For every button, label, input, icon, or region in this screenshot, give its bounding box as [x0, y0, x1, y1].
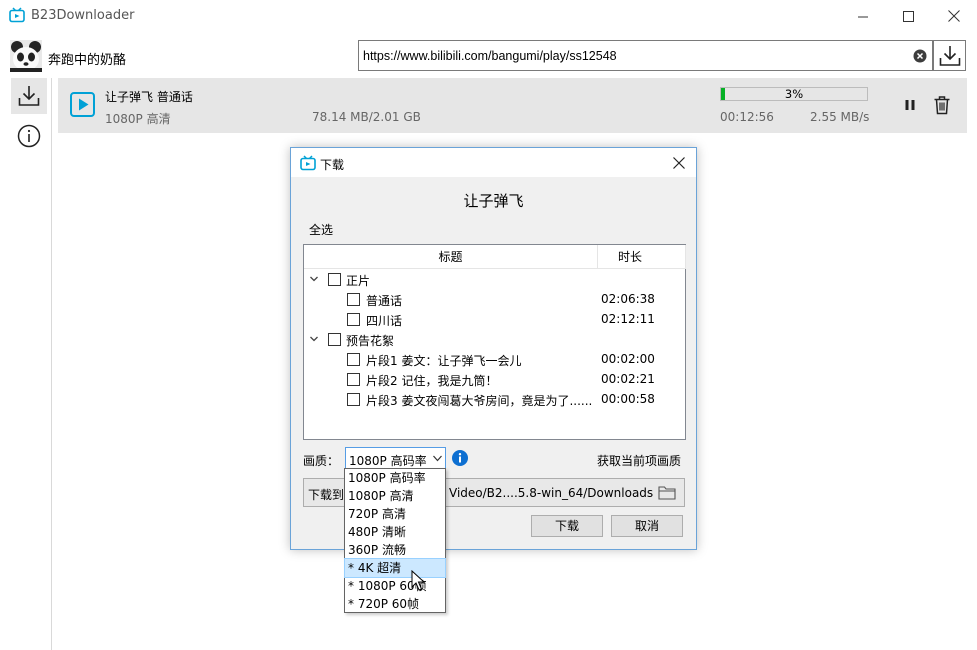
- download-task-row[interactable]: 让子弹飞 普通话 1080P 高清 78.14 MB/2.01 GB 3% 00…: [58, 78, 967, 133]
- item-checkbox[interactable]: [347, 393, 360, 406]
- group-label: 预告花絮: [346, 334, 395, 348]
- column-header-title[interactable]: 标题: [304, 245, 598, 269]
- chevron-down-icon[interactable]: [309, 274, 319, 284]
- url-text: https://www.bilibili.com/bangumi/play/ss…: [363, 49, 617, 63]
- maximize-button[interactable]: [885, 0, 931, 32]
- tree-header: 标题 时长: [304, 245, 686, 269]
- bilibili-tv-icon: [9, 7, 25, 23]
- minimize-icon: [857, 16, 868, 17]
- item-checkbox[interactable]: [347, 373, 360, 386]
- download-path-text: Video/B2....5.8-win_64/Downloads: [449, 486, 654, 500]
- item-duration: 02:06:38: [601, 292, 655, 306]
- quality-option[interactable]: * 720P 60帧: [345, 595, 445, 613]
- task-quality: 1080P 高清: [105, 112, 171, 126]
- dialog-close-button[interactable]: [667, 151, 691, 175]
- tree-group-row[interactable]: 正片: [304, 269, 685, 289]
- cancel-button[interactable]: 取消: [611, 515, 683, 537]
- tree-item-row[interactable]: 片段3 姜文夜闯葛大爷房间，竟是为了...... 00:00:58: [304, 389, 685, 409]
- title-bar: B23Downloader: [0, 0, 977, 32]
- tree-item-row[interactable]: 四川话 02:12:11: [304, 309, 685, 329]
- minimize-button[interactable]: [840, 0, 886, 32]
- task-speed: 2.55 MB/s: [810, 110, 870, 124]
- item-duration: 00:02:21: [601, 372, 655, 386]
- download-icon: [939, 45, 960, 66]
- group-label: 正片: [346, 274, 371, 288]
- item-label: 四川话: [366, 314, 403, 328]
- quality-option[interactable]: * 1080P 60帧: [345, 577, 445, 595]
- item-duration: 00:00:58: [601, 392, 655, 406]
- url-input[interactable]: https://www.bilibili.com/bangumi/play/ss…: [358, 40, 933, 71]
- trash-icon[interactable]: [933, 95, 951, 115]
- bilibili-tv-icon: [300, 155, 316, 171]
- dialog-title-bar: 下载: [291, 148, 696, 177]
- sidebar: [0, 78, 52, 650]
- item-checkbox[interactable]: [347, 293, 360, 306]
- quality-option[interactable]: 1080P 高清: [345, 487, 445, 505]
- item-duration: 02:12:11: [601, 312, 655, 326]
- download-icon: [18, 86, 40, 106]
- task-title: 让子弹飞 普通话: [105, 90, 193, 104]
- close-button[interactable]: [931, 0, 977, 32]
- avatar[interactable]: [10, 40, 42, 72]
- group-checkbox[interactable]: [328, 273, 341, 286]
- episode-tree: 标题 时长 正片 普通话 02:06:38 四川话 02:12:11 预告花絮 …: [303, 244, 686, 440]
- sidebar-item-about[interactable]: [11, 118, 47, 154]
- video-play-icon: [70, 92, 95, 117]
- sidebar-item-downloads[interactable]: [11, 78, 47, 114]
- tree-group-row[interactable]: 预告花絮: [304, 329, 685, 349]
- quality-option-hovered[interactable]: * 4K 超清: [344, 558, 446, 578]
- quality-label: 画质：: [303, 454, 340, 468]
- task-progress-bar: 3%: [720, 87, 868, 101]
- download-url-button[interactable]: [933, 40, 966, 71]
- item-checkbox[interactable]: [347, 353, 360, 366]
- group-checkbox[interactable]: [328, 333, 341, 346]
- quality-option[interactable]: 480P 清晰: [345, 523, 445, 541]
- dialog-heading: 让子弹飞: [463, 192, 524, 210]
- clear-icon[interactable]: [913, 49, 927, 63]
- dialog-title: 下载: [320, 158, 345, 172]
- quality-selected-value: 1080P 高码率: [349, 454, 427, 468]
- item-label: 片段1 姜文：让子弹飞一会儿: [366, 354, 522, 368]
- task-elapsed-time: 00:12:56: [720, 110, 774, 124]
- folder-icon[interactable]: [658, 485, 676, 500]
- window-title: B23Downloader: [31, 8, 135, 23]
- item-checkbox[interactable]: [347, 313, 360, 326]
- close-icon: [948, 10, 960, 22]
- quality-option[interactable]: 360P 流畅: [345, 541, 445, 559]
- item-duration: 00:02:00: [601, 352, 655, 366]
- close-icon: [673, 157, 685, 169]
- mouse-cursor-icon: [411, 570, 425, 591]
- maximize-icon: [902, 10, 914, 22]
- chevron-down-icon: [433, 455, 442, 462]
- quality-dropdown-list: 1080P 高码率 1080P 高清 720P 高清 480P 清晰 360P …: [344, 468, 446, 613]
- pause-icon[interactable]: [901, 96, 919, 114]
- progress-text: 3%: [784, 87, 804, 101]
- task-size: 78.14 MB/2.01 GB: [312, 110, 421, 124]
- info-icon[interactable]: [452, 450, 468, 466]
- info-icon: [17, 124, 41, 148]
- download-confirm-button[interactable]: 下载: [531, 515, 603, 537]
- quality-option[interactable]: 1080P 高码率: [345, 469, 445, 487]
- username[interactable]: 奔跑中的奶酪: [48, 49, 126, 68]
- tree-item-row[interactable]: 片段2 记住，我是九筒！ 00:02:21: [304, 369, 685, 389]
- quality-option[interactable]: 720P 高清: [345, 505, 445, 523]
- item-label: 片段3 姜文夜闯葛大爷房间，竟是为了......: [366, 394, 593, 408]
- item-label: 普通话: [366, 294, 403, 308]
- panda-avatar-icon: [10, 40, 42, 72]
- tree-item-row[interactable]: 片段1 姜文：让子弹飞一会儿 00:02:00: [304, 349, 685, 369]
- quality-select[interactable]: 1080P 高码率: [345, 447, 446, 469]
- chevron-down-icon[interactable]: [309, 334, 319, 344]
- select-all-button[interactable]: 全选: [309, 221, 333, 238]
- item-label: 片段2 记住，我是九筒！: [366, 374, 498, 388]
- fetch-quality-button[interactable]: 获取当前项画质: [597, 452, 681, 469]
- column-header-duration[interactable]: 时长: [598, 245, 686, 269]
- tree-item-row[interactable]: 普通话 02:06:38: [304, 289, 685, 309]
